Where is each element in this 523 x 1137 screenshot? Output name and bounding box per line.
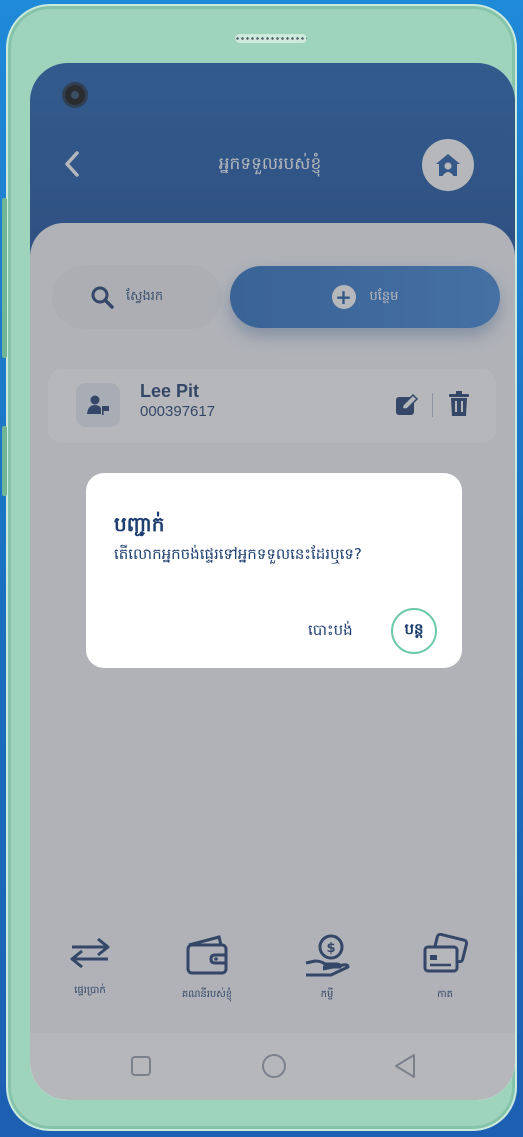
cancel-button[interactable]: បោះបង់ [308,621,353,643]
phone-frame: អ្នកទទួលរបស់ខ្ញុំ ស្វែងរក + បន្ថែម Lee P… [2,4,517,1131]
confirm-dialog: បញ្ជាក់ តើលោកអ្នកចង់ផ្ទេរទៅអ្នកទទួលនេះដែ… [86,473,462,668]
dialog-title: បញ្ជាក់ [114,512,165,536]
speaker-grille [235,34,307,43]
screen: អ្នកទទួលរបស់ខ្ញុំ ស្វែងរក + បន្ថែម Lee P… [30,63,515,1100]
volume-up-button [2,198,7,358]
volume-down-button [2,426,7,496]
dialog-message: តើលោកអ្នកចង់ផ្ទេរទៅអ្នកទទួលនេះដែរឬទេ? [114,545,362,563]
confirm-button[interactable]: បន្ត [391,608,437,654]
